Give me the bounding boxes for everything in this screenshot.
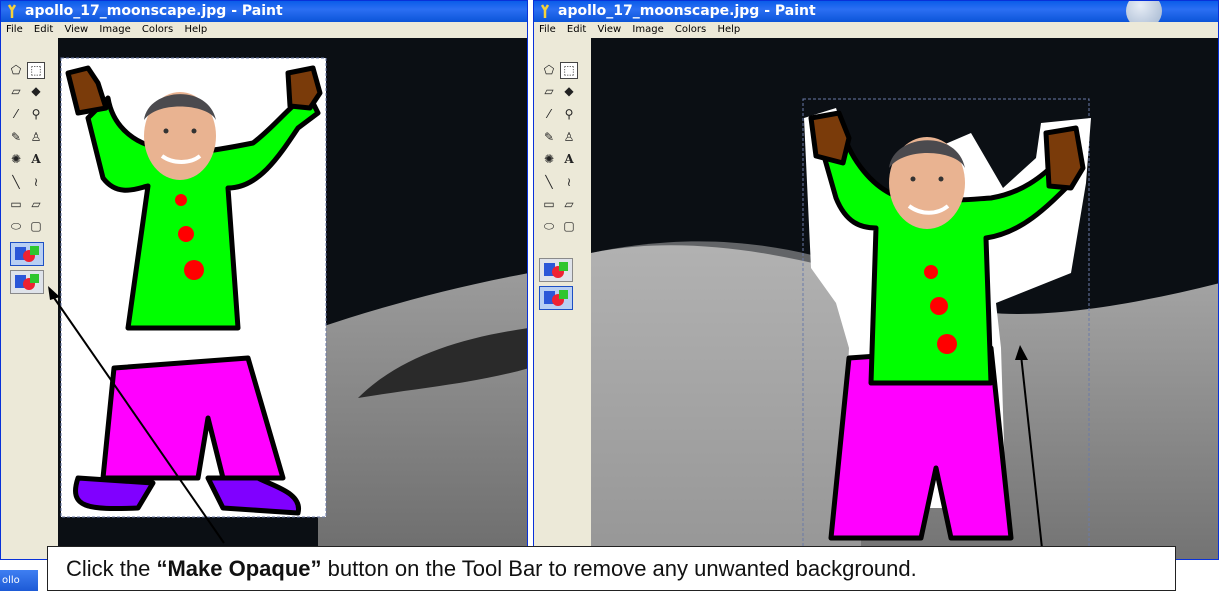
- annotation-arrows: [48, 286, 1047, 586]
- callout-text-before: Click the: [66, 556, 157, 581]
- callout-text-bold: “Make Opaque”: [156, 556, 322, 581]
- instruction-callout: Click the “Make Opaque” button on the To…: [47, 546, 1176, 591]
- arrow-to-opaque-button: [49, 291, 225, 544]
- callout-text-after: button on the Tool Bar to remove any unw…: [321, 556, 917, 581]
- arrowhead-icon: [48, 286, 60, 300]
- arrowhead-icon: [1015, 345, 1028, 360]
